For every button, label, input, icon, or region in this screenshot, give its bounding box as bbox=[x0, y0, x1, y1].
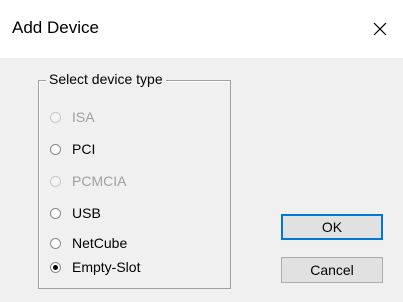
radio-button-empty-slot[interactable] bbox=[50, 261, 61, 273]
device-type-legend: Select device type bbox=[46, 70, 166, 88]
radio-pci[interactable]: PCI bbox=[50, 139, 95, 159]
radio-label-netcube: NetCube bbox=[72, 235, 128, 251]
radio-selected-dot bbox=[53, 264, 58, 270]
radio-pcmcia: PCMCIA bbox=[50, 171, 126, 191]
radio-label-pcmcia: PCMCIA bbox=[72, 173, 127, 189]
radio-isa: ISA bbox=[50, 107, 95, 127]
radio-netcube[interactable]: NetCube bbox=[50, 233, 127, 253]
ok-button[interactable]: OK bbox=[281, 214, 383, 240]
cancel-button[interactable]: Cancel bbox=[281, 257, 383, 283]
window-title: Add Device bbox=[12, 18, 99, 37]
radio-label-empty-slot: Empty-Slot bbox=[72, 259, 141, 275]
radio-label-usb: USB bbox=[72, 205, 101, 221]
close-button[interactable] bbox=[357, 0, 403, 58]
radio-button-isa bbox=[50, 111, 61, 123]
title-bar: Add Device bbox=[0, 0, 403, 58]
radio-empty-slot[interactable]: Empty-Slot bbox=[50, 257, 140, 277]
radio-button-pcmcia bbox=[50, 175, 61, 187]
radio-label-isa: ISA bbox=[72, 109, 95, 125]
close-icon bbox=[373, 22, 387, 36]
radio-button-usb[interactable] bbox=[50, 207, 61, 219]
add-device-dialog: Add Device Select device type ISA PCI PC… bbox=[0, 0, 403, 302]
radio-usb[interactable]: USB bbox=[50, 203, 101, 223]
radio-button-netcube[interactable] bbox=[50, 237, 61, 249]
radio-button-pci[interactable] bbox=[50, 143, 61, 155]
radio-label-pci: PCI bbox=[72, 141, 96, 157]
